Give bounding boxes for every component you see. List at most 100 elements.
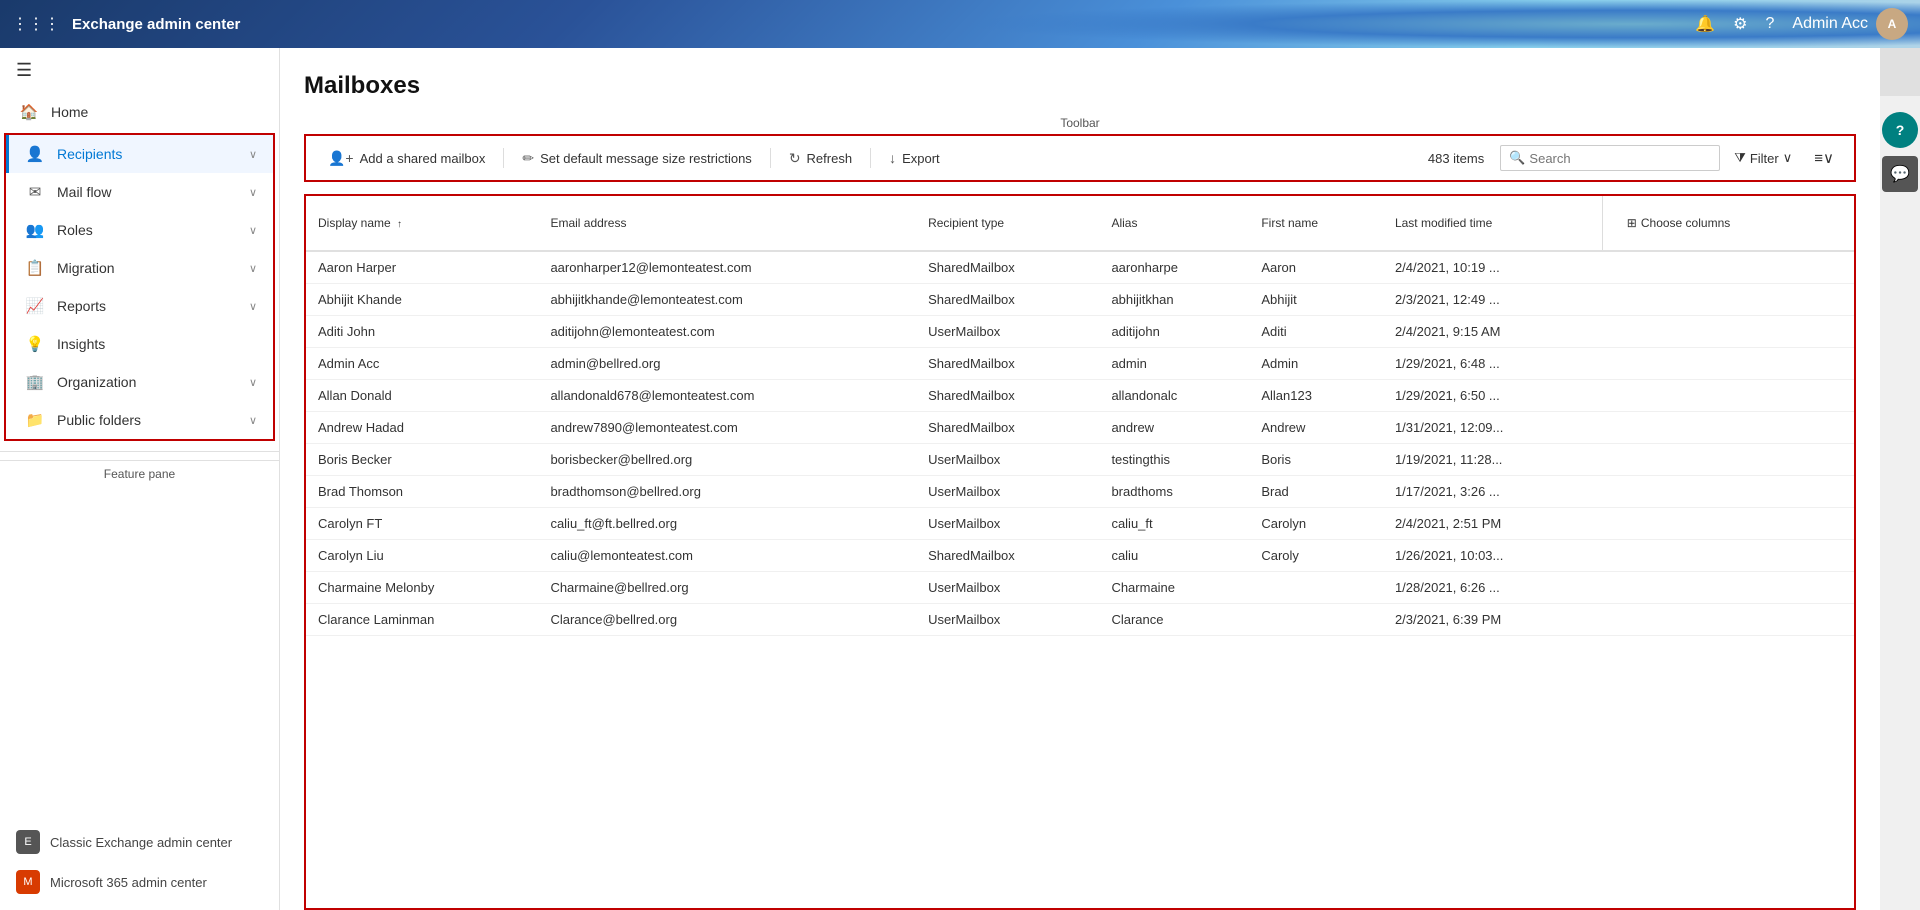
sidebar-item-home[interactable]: 🏠 Home xyxy=(0,93,279,131)
cell-alias: andrew xyxy=(1099,412,1249,444)
cell-firstname xyxy=(1249,572,1383,604)
cell-displayname: Carolyn FT xyxy=(306,508,538,540)
filter-button[interactable]: ⧩ Filter ∨ xyxy=(1724,145,1802,171)
export-button[interactable]: ↓ Export xyxy=(879,145,950,171)
table-row[interactable]: Allan Donald allandonald678@lemonteatest… xyxy=(306,380,1854,412)
classic-exchange-label: Classic Exchange admin center xyxy=(50,835,232,850)
set-default-restrictions-button[interactable]: ✏ Set default message size restrictions xyxy=(512,145,761,172)
notification-icon[interactable]: 🔔 xyxy=(1695,14,1715,34)
page-title: Mailboxes xyxy=(304,72,1856,100)
table-row[interactable]: Carolyn Liu caliu@lemonteatest.com Share… xyxy=(306,540,1854,572)
add-shared-icon: 👤+ xyxy=(328,150,354,167)
list-view-container: Display name ↑ Email address Recipient t… xyxy=(304,194,1856,910)
sidebar-item-label: Public folders xyxy=(57,412,249,428)
sort-button[interactable]: ≡ ∨ xyxy=(1806,144,1842,172)
cell-email: caliu@lemonteatest.com xyxy=(538,540,916,572)
cell-displayname: Aaron Harper xyxy=(306,251,538,284)
list-view: Display name ↑ Email address Recipient t… xyxy=(304,194,1856,910)
help-button[interactable]: ? xyxy=(1882,112,1918,148)
col-lastmodified[interactable]: Last modified time xyxy=(1383,196,1602,251)
col-alias[interactable]: Alias xyxy=(1099,196,1249,251)
publicfolders-icon: 📁 xyxy=(25,411,45,429)
table-row[interactable]: Charmaine Melonby Charmaine@bellred.org … xyxy=(306,572,1854,604)
cell-recipienttype: SharedMailbox xyxy=(916,348,1099,380)
cell-lastmodified: 2/4/2021, 10:19 ... xyxy=(1383,251,1602,284)
sidebar-item-mailflow[interactable]: ✉ Mail flow ∨ xyxy=(6,173,273,211)
help-icon[interactable]: ? xyxy=(1766,15,1775,33)
waffle-icon[interactable]: ⋮⋮⋮ xyxy=(12,14,60,34)
cell-lastmodified: 1/28/2021, 6:26 ... xyxy=(1383,572,1602,604)
insights-icon: 💡 xyxy=(25,335,45,353)
cell-empty xyxy=(1602,251,1854,284)
table-row[interactable]: Boris Becker borisbecker@bellred.org Use… xyxy=(306,444,1854,476)
items-count: 483 items xyxy=(1428,151,1484,166)
cell-firstname xyxy=(1249,604,1383,636)
sidebar-item-label: Mail flow xyxy=(57,184,249,200)
table-row[interactable]: Andrew Hadad andrew7890@lemonteatest.com… xyxy=(306,412,1854,444)
feature-pane-label: Feature pane xyxy=(0,460,279,487)
col-firstname[interactable]: First name xyxy=(1249,196,1383,251)
chevron-down-icon: ∨ xyxy=(249,376,257,389)
sidebar-item-reports[interactable]: 📈 Reports ∨ xyxy=(6,287,273,325)
pencil-icon: ✏ xyxy=(522,150,534,167)
cell-lastmodified: 1/29/2021, 6:50 ... xyxy=(1383,380,1602,412)
cell-email: Charmaine@bellred.org xyxy=(538,572,916,604)
sidebar-item-insights[interactable]: 💡 Insights xyxy=(6,325,273,363)
search-icon: 🔍 xyxy=(1509,150,1525,166)
table-row[interactable]: Aaron Harper aaronharper12@lemonteatest.… xyxy=(306,251,1854,284)
cell-displayname: Clarance Laminman xyxy=(306,604,538,636)
table-row[interactable]: Carolyn FT caliu_ft@ft.bellred.org UserM… xyxy=(306,508,1854,540)
cell-lastmodified: 1/29/2021, 6:48 ... xyxy=(1383,348,1602,380)
cell-empty xyxy=(1602,412,1854,444)
chat-button[interactable]: 💬 xyxy=(1882,156,1918,192)
settings-icon[interactable]: ⚙ xyxy=(1733,14,1747,34)
cell-lastmodified: 2/4/2021, 9:15 AM xyxy=(1383,316,1602,348)
sidebar-item-roles[interactable]: 👥 Roles ∨ xyxy=(6,211,273,249)
cell-empty xyxy=(1602,604,1854,636)
sidebar-item-migration[interactable]: 📋 Migration ∨ xyxy=(6,249,273,287)
col-recipienttype[interactable]: Recipient type xyxy=(916,196,1099,251)
cell-displayname: Carolyn Liu xyxy=(306,540,538,572)
table-row[interactable]: Clarance Laminman Clarance@bellred.org U… xyxy=(306,604,1854,636)
sidebar-item-organization[interactable]: 🏢 Organization ∨ xyxy=(6,363,273,401)
choose-columns-cell: ⊞ Choose columns xyxy=(1602,196,1854,251)
sidebar-item-publicfolders[interactable]: 📁 Public folders ∨ xyxy=(6,401,273,439)
cell-recipienttype: UserMailbox xyxy=(916,476,1099,508)
cell-displayname: Aditi John xyxy=(306,316,538,348)
sort-chevron-icon: ∨ xyxy=(1823,149,1834,167)
user-menu[interactable]: Admin Acc A xyxy=(1792,8,1908,40)
table-row[interactable]: Abhijit Khande abhijitkhande@lemonteates… xyxy=(306,284,1854,316)
sidebar-item-recipients[interactable]: 👤 Recipients ∨ xyxy=(6,135,273,173)
col-displayname[interactable]: Display name ↑ xyxy=(306,196,538,251)
col-email[interactable]: Email address xyxy=(538,196,916,251)
cell-empty xyxy=(1602,284,1854,316)
sidebar-toggle[interactable]: ☰ xyxy=(0,48,279,93)
choose-columns-button[interactable]: ⊞ Choose columns xyxy=(1615,206,1842,240)
user-label: Admin Acc xyxy=(1792,15,1868,33)
hamburger-icon: ☰ xyxy=(16,60,32,81)
table-row[interactable]: Admin Acc admin@bellred.org SharedMailbo… xyxy=(306,348,1854,380)
refresh-button[interactable]: ↻ Refresh xyxy=(779,145,862,172)
sidebar-footer: E Classic Exchange admin center M Micros… xyxy=(0,814,279,910)
refresh-icon: ↻ xyxy=(789,150,801,167)
toolbar-label: Toolbar xyxy=(304,116,1856,130)
toolbar-wrapper: Toolbar 👤+ Add a shared mailbox ✏ Set de… xyxy=(304,116,1856,194)
sidebar-item-label: Roles xyxy=(57,222,249,238)
sidebar-item-label: Organization xyxy=(57,374,249,390)
cell-empty xyxy=(1602,540,1854,572)
cell-firstname: Aaron xyxy=(1249,251,1383,284)
cell-empty xyxy=(1602,380,1854,412)
cell-firstname: Andrew xyxy=(1249,412,1383,444)
table-row[interactable]: Brad Thomson bradthomson@bellred.org Use… xyxy=(306,476,1854,508)
search-box[interactable]: 🔍 xyxy=(1500,145,1720,171)
columns-icon: ⊞ xyxy=(1627,216,1637,230)
content-area: Mailboxes Toolbar 👤+ Add a shared mailbo… xyxy=(280,48,1880,910)
search-input[interactable] xyxy=(1529,151,1711,166)
add-shared-mailbox-button[interactable]: 👤+ Add a shared mailbox xyxy=(318,145,495,172)
sidebar-item-m365[interactable]: M Microsoft 365 admin center xyxy=(0,862,279,902)
sidebar-item-classic[interactable]: E Classic Exchange admin center xyxy=(0,822,279,862)
cell-email: caliu_ft@ft.bellred.org xyxy=(538,508,916,540)
table-row[interactable]: Aditi John aditijohn@lemonteatest.com Us… xyxy=(306,316,1854,348)
cell-empty xyxy=(1602,508,1854,540)
app-title: Exchange admin center xyxy=(72,16,1695,33)
